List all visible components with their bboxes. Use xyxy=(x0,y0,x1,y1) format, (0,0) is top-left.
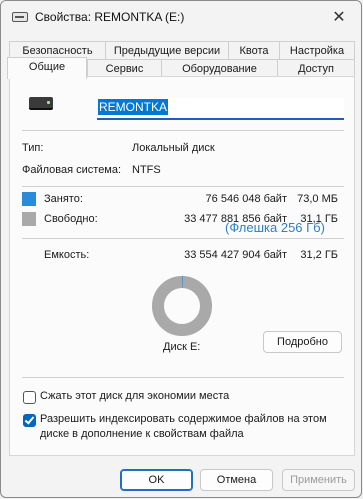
filesystem-value: NTFS xyxy=(132,164,161,176)
tab-tools[interactable]: Сервис xyxy=(87,59,162,77)
index-checkbox[interactable] xyxy=(23,414,36,427)
flash-drive-note: (Флешка 256 Гб) xyxy=(225,220,325,235)
free-color-swatch xyxy=(22,212,36,226)
filesystem-label: Файловая система: xyxy=(22,164,122,176)
drive-title-icon xyxy=(12,12,28,22)
separator-3 xyxy=(22,238,344,239)
type-value: Локальный диск xyxy=(132,142,215,154)
separator-4 xyxy=(22,377,344,378)
separator-2 xyxy=(22,186,344,187)
properties-window: Свойства: REMONTKA (E:) ✕ Безопасность П… xyxy=(0,0,362,498)
volume-name-selected-text: REMONTKA xyxy=(98,99,169,115)
separator-1 xyxy=(22,130,344,131)
tab-customize[interactable]: Настройка xyxy=(279,41,355,59)
capacity-bytes: 33 554 427 904 байт xyxy=(184,249,287,261)
title-bar: Свойства: REMONTKA (E:) ✕ xyxy=(1,1,361,33)
tab-general[interactable]: Общие xyxy=(7,57,87,79)
type-label: Тип: xyxy=(22,142,44,154)
disk-label: Диск E: xyxy=(163,341,201,353)
index-label-line-1[interactable]: Разрешить индексировать содержимое файло… xyxy=(40,413,327,425)
free-label: Свободно: xyxy=(44,213,98,225)
tab-previous-versions[interactable]: Предыдущие версии xyxy=(105,41,229,59)
close-button[interactable]: ✕ xyxy=(317,1,361,32)
usage-donut-chart xyxy=(152,276,212,336)
used-color-swatch xyxy=(22,192,36,206)
window-title: Свойства: REMONTKA (E:) xyxy=(35,10,185,24)
compress-label[interactable]: Сжать этот диск для экономии места xyxy=(40,390,229,402)
compress-checkbox[interactable] xyxy=(23,391,36,404)
index-label-line-2[interactable]: диске в дополнение к свойствам файла xyxy=(40,428,244,440)
details-button[interactable]: Подробно xyxy=(263,331,342,353)
tab-sharing[interactable]: Доступ xyxy=(277,59,355,77)
general-panel: REMONTKA Тип: Локальный диск Файловая си… xyxy=(9,76,355,456)
ok-button[interactable]: OK xyxy=(120,469,193,491)
donut-free-ring xyxy=(152,276,212,336)
volume-name-input[interactable]: REMONTKA xyxy=(97,98,344,120)
used-size: 73,0 МБ xyxy=(297,193,338,205)
used-label: Занято: xyxy=(44,193,83,205)
tab-hardware[interactable]: Оборудование xyxy=(161,59,278,77)
capacity-label: Емкость: xyxy=(44,249,90,261)
cancel-button[interactable]: Отмена xyxy=(200,469,273,491)
apply-button[interactable]: Применить xyxy=(282,469,355,491)
tabs-row-2: Общие Сервис Оборудование Доступ xyxy=(1,57,361,79)
used-bytes: 76 546 048 байт xyxy=(205,193,287,205)
drive-icon xyxy=(29,97,53,110)
capacity-size: 31,2 ГБ xyxy=(300,249,338,261)
tab-quota[interactable]: Квота xyxy=(228,41,280,59)
